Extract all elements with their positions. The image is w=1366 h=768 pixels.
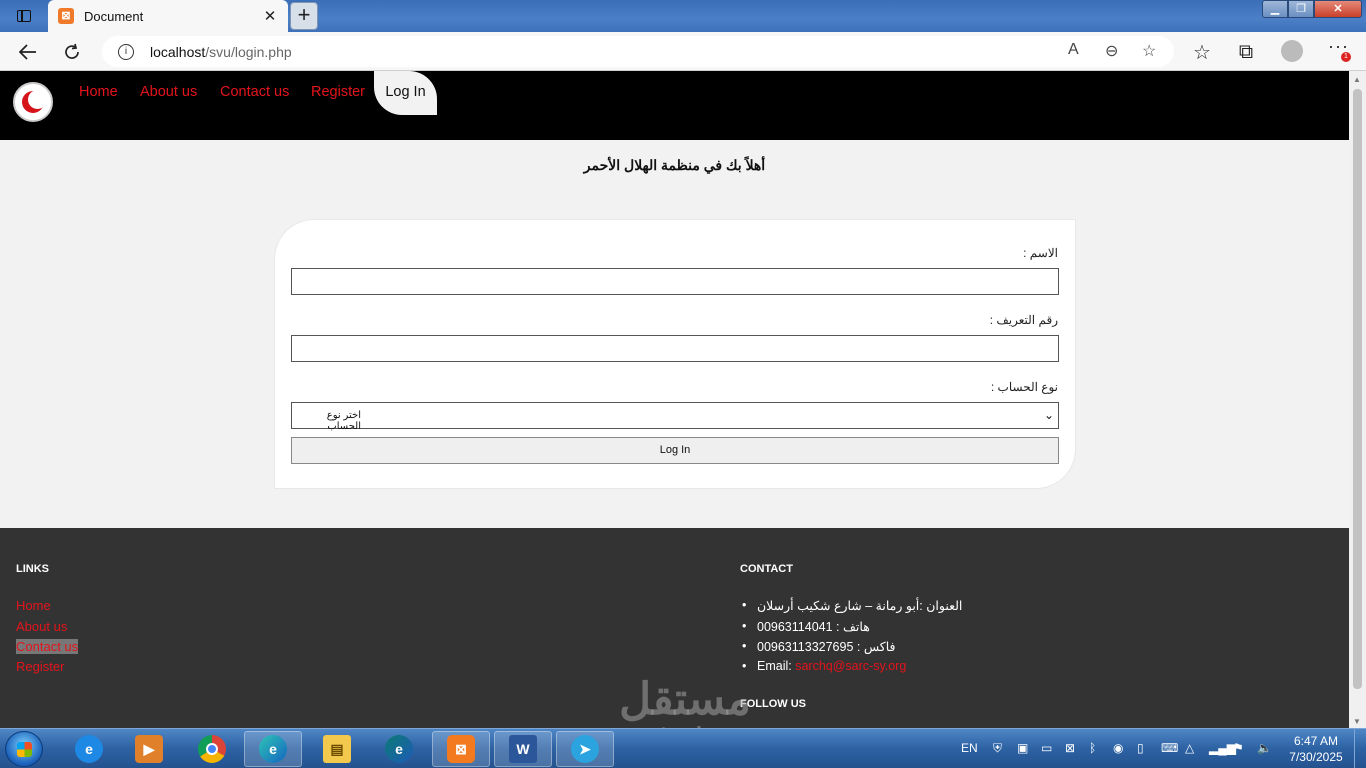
nav-about[interactable]: About us: [140, 84, 197, 100]
login-button[interactable]: Log In: [291, 437, 1059, 464]
volume-icon[interactable]: 🔈: [1257, 741, 1272, 755]
flag-alert-icon[interactable]: ⚑: [1233, 741, 1244, 755]
nav-login-active[interactable]: Log In: [374, 71, 437, 115]
device-icon[interactable]: ▯: [1137, 741, 1144, 755]
account-type-select[interactable]: اختر نوع الحساب ⌄: [291, 402, 1059, 432]
red-crescent-logo[interactable]: [13, 82, 53, 122]
back-arrow-icon[interactable]: [15, 39, 41, 65]
contact-email-row: Email: sarchq@sarc-sy.org: [742, 659, 906, 673]
nav-home[interactable]: Home: [79, 84, 118, 100]
id-number-input[interactable]: [291, 335, 1059, 362]
nav-contact[interactable]: Contact us: [220, 84, 289, 100]
contact-phone: هاتف : 00963114041: [742, 619, 870, 634]
start-button[interactable]: [5, 731, 43, 767]
display-icon[interactable]: ▭: [1041, 741, 1052, 755]
footer-link-about[interactable]: About us: [16, 619, 67, 634]
contact-address: العنوان :أبو رمانة – شارع شكيب أرسلان: [742, 598, 962, 613]
network-signal-icon[interactable]: ▂▄▆: [1209, 741, 1236, 755]
close-window-button[interactable]: ✕: [1314, 0, 1362, 18]
browser-toolbar: i localhost/svu/login.php A ⊖ ☆ ☆ ⧉ ··· …: [0, 32, 1366, 71]
contact-fax: فاكس : 00963113327695: [742, 639, 895, 654]
telegram-icon[interactable]: ➤: [556, 731, 614, 767]
site-nav: Home About us Contact us Register Log In: [0, 71, 1349, 140]
footer-link-register[interactable]: Register: [16, 659, 64, 674]
scroll-down-icon[interactable]: ▼: [1353, 717, 1361, 726]
tab-actions-icon[interactable]: [10, 6, 38, 26]
favorites-icon[interactable]: ☆: [1189, 39, 1215, 65]
follow-heading: FOLLOW US: [740, 698, 806, 710]
chrome-icon[interactable]: [183, 731, 241, 767]
edge-dev-icon[interactable]: e: [370, 731, 428, 767]
minimize-button[interactable]: ▁: [1262, 0, 1288, 18]
add-favorite-icon[interactable]: ☆: [1142, 41, 1156, 61]
app-tray-icon[interactable]: ◉: [1113, 741, 1123, 755]
keyboard-icon[interactable]: ⌨: [1161, 741, 1178, 755]
name-input[interactable]: [291, 268, 1059, 295]
tab-title: Document: [84, 8, 144, 24]
nav-register[interactable]: Register: [311, 84, 365, 100]
scroll-thumb[interactable]: [1353, 89, 1362, 689]
name-label: الاسم :: [1023, 246, 1058, 260]
drive-icon[interactable]: △: [1185, 741, 1194, 755]
contact-heading: CONTACT: [740, 563, 793, 575]
clock-date: 7/30/2025: [1289, 750, 1343, 764]
shield-icon[interactable]: ⛨: [993, 741, 1002, 756]
system-clock[interactable]: 6:47 AM 7/30/2025: [1286, 733, 1346, 765]
scroll-up-icon[interactable]: ▲: [1353, 75, 1361, 84]
chevron-down-icon: ⌄: [1044, 408, 1055, 422]
page-viewport: Home About us Contact us Register Log In…: [0, 71, 1349, 728]
media-player-icon[interactable]: ▶: [120, 731, 178, 767]
site-info-icon[interactable]: i: [118, 43, 134, 60]
xampp-favicon-icon: ⊠: [58, 8, 74, 24]
browser-tabstrip: ⊠ Document ✕ + ▁ ❐ ✕: [0, 0, 1366, 32]
profile-avatar[interactable]: [1281, 40, 1303, 62]
xampp-icon[interactable]: ⊠: [432, 731, 490, 767]
account-type-selected: اختر نوع الحساب: [326, 410, 361, 432]
tab-close-icon[interactable]: ✕: [258, 7, 282, 25]
address-bar[interactable]: i localhost/svu/login.php A ⊖ ☆: [102, 36, 1174, 67]
nvidia-icon[interactable]: ▣: [1017, 741, 1028, 755]
notification-badge: 1: [1341, 52, 1351, 62]
welcome-heading: أهلاً بك في منظمة الهلال الأحمر: [583, 157, 766, 173]
xampp-tray-icon[interactable]: ⊠: [1065, 741, 1075, 755]
edge-icon[interactable]: e: [244, 731, 302, 767]
links-heading: LINKS: [16, 563, 49, 575]
show-desktop-button[interactable]: [1354, 729, 1366, 768]
id-label: رقم التعريف :: [989, 313, 1058, 327]
site-footer: LINKS Home About us Contact us Register …: [0, 528, 1349, 728]
refresh-icon[interactable]: [59, 39, 85, 65]
new-tab-button[interactable]: +: [290, 2, 318, 30]
file-explorer-icon[interactable]: ▤: [308, 731, 366, 767]
language-indicator[interactable]: EN: [961, 741, 978, 755]
collections-icon[interactable]: ⧉: [1233, 39, 1259, 65]
bluetooth-icon[interactable]: ᛒ: [1089, 741, 1096, 755]
word-icon[interactable]: W: [494, 731, 552, 767]
clock-time: 6:47 AM: [1293, 734, 1339, 748]
browser-tab[interactable]: ⊠ Document ✕: [48, 0, 288, 32]
page-scrollbar[interactable]: ▲ ▼: [1349, 71, 1366, 728]
footer-link-home[interactable]: Home: [16, 598, 51, 613]
maximize-button[interactable]: ❐: [1288, 0, 1314, 18]
account-type-label: نوع الحساب :: [990, 380, 1058, 394]
login-form: الاسم : رقم التعريف : نوع الحساب : اختر …: [274, 219, 1076, 489]
url-text[interactable]: localhost/svu/login.php: [150, 44, 292, 60]
read-aloud-icon[interactable]: A: [1068, 41, 1079, 59]
footer-link-contact[interactable]: Contact us: [16, 639, 79, 654]
internet-explorer-icon[interactable]: e: [60, 731, 118, 767]
taskbar: e ▶ e ▤ e ⊠ W ➤ EN ⛨ ▣ ▭ ⊠ ᛒ ◉ ▯ ⌨ △ ▂▄▆…: [0, 728, 1366, 768]
zoom-out-icon[interactable]: ⊖: [1105, 41, 1118, 61]
contact-email-link[interactable]: sarchq@sarc-sy.org: [795, 659, 906, 673]
